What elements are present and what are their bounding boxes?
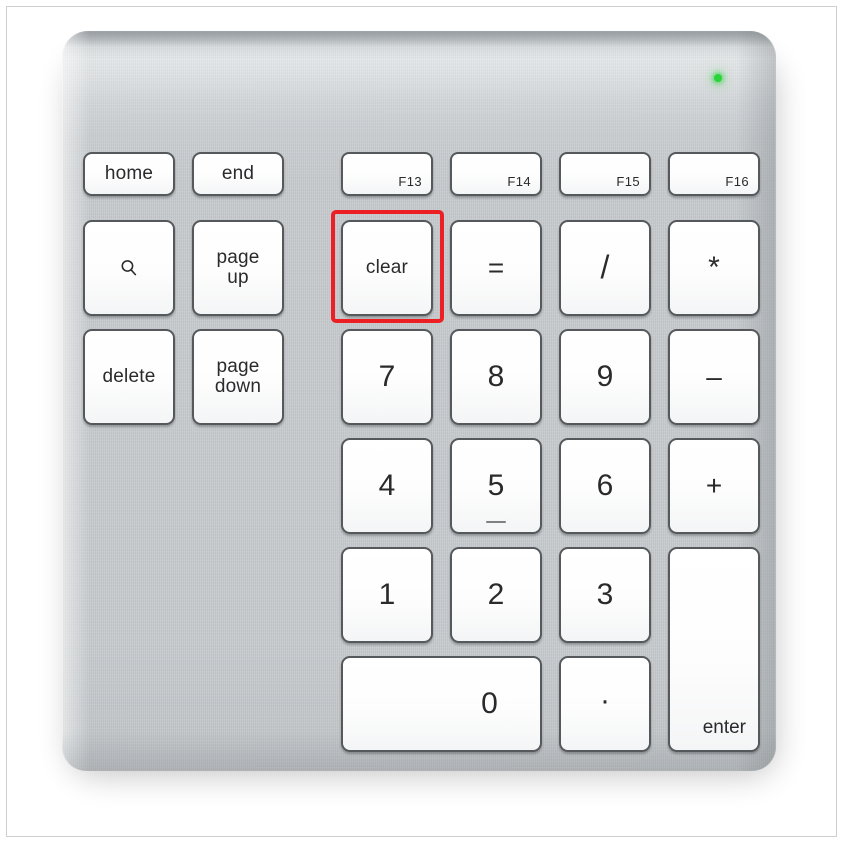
- key-0[interactable]: 0: [341, 656, 542, 752]
- key-label: 5: [487, 469, 505, 503]
- key-f16[interactable]: F16: [668, 152, 760, 196]
- key-clear[interactable]: clear: [341, 220, 433, 316]
- key-label: end: [221, 163, 255, 185]
- power-indicator-led: [714, 74, 722, 82]
- key-f14[interactable]: F14: [450, 152, 542, 196]
- key-label: 6: [596, 469, 614, 503]
- key-end[interactable]: end: [192, 152, 284, 196]
- key-label: 0: [481, 687, 498, 721]
- key-label: F13: [398, 174, 422, 190]
- key-label: ·: [600, 684, 610, 718]
- magnifier-icon: [118, 257, 140, 279]
- key-9[interactable]: 9: [559, 329, 651, 425]
- key-search[interactable]: [83, 220, 175, 316]
- key-home[interactable]: home: [83, 152, 175, 196]
- key-label: 4: [378, 469, 396, 503]
- key-equals[interactable]: =: [450, 220, 542, 316]
- homing-bar: [486, 521, 506, 523]
- key-label: +: [705, 470, 723, 502]
- key-minus[interactable]: –: [668, 329, 760, 425]
- top-bevel: [62, 31, 776, 47]
- key-label: *: [708, 251, 720, 285]
- key-label: /: [600, 249, 610, 286]
- key-multiply[interactable]: *: [668, 220, 760, 316]
- key-label: home: [104, 163, 154, 185]
- screenshot-canvas: F13 F14 F15 F16 home end page up delete …: [0, 0, 845, 845]
- key-4[interactable]: 4: [341, 438, 433, 534]
- key-label: F16: [725, 174, 749, 190]
- key-delete[interactable]: delete: [83, 329, 175, 425]
- key-2[interactable]: 2: [450, 547, 542, 643]
- key-3[interactable]: 3: [559, 547, 651, 643]
- key-label: 8: [487, 360, 505, 394]
- key-5[interactable]: 5: [450, 438, 542, 534]
- key-page-down[interactable]: page down: [192, 329, 284, 425]
- key-1[interactable]: 1: [341, 547, 433, 643]
- key-label: 3: [596, 578, 614, 612]
- key-label: F15: [616, 174, 640, 190]
- key-7[interactable]: 7: [341, 329, 433, 425]
- key-f13[interactable]: F13: [341, 152, 433, 196]
- key-label: 1: [378, 578, 396, 612]
- key-label: 7: [378, 360, 396, 394]
- key-6[interactable]: 6: [559, 438, 651, 534]
- key-plus[interactable]: +: [668, 438, 760, 534]
- key-label: =: [487, 252, 505, 284]
- key-label: delete: [102, 366, 156, 388]
- key-label: enter: [702, 717, 746, 739]
- key-label: page up: [216, 247, 260, 288]
- key-page-up[interactable]: page up: [192, 220, 284, 316]
- key-label: 2: [487, 578, 505, 612]
- key-f15[interactable]: F15: [559, 152, 651, 196]
- key-label: clear: [365, 257, 409, 279]
- key-label: page down: [214, 356, 262, 397]
- key-label: 9: [596, 360, 614, 394]
- key-divide[interactable]: /: [559, 220, 651, 316]
- key-8[interactable]: 8: [450, 329, 542, 425]
- key-enter[interactable]: enter: [668, 547, 760, 752]
- key-label: F14: [507, 174, 531, 190]
- key-decimal[interactable]: ·: [559, 656, 651, 752]
- key-label: –: [706, 361, 722, 393]
